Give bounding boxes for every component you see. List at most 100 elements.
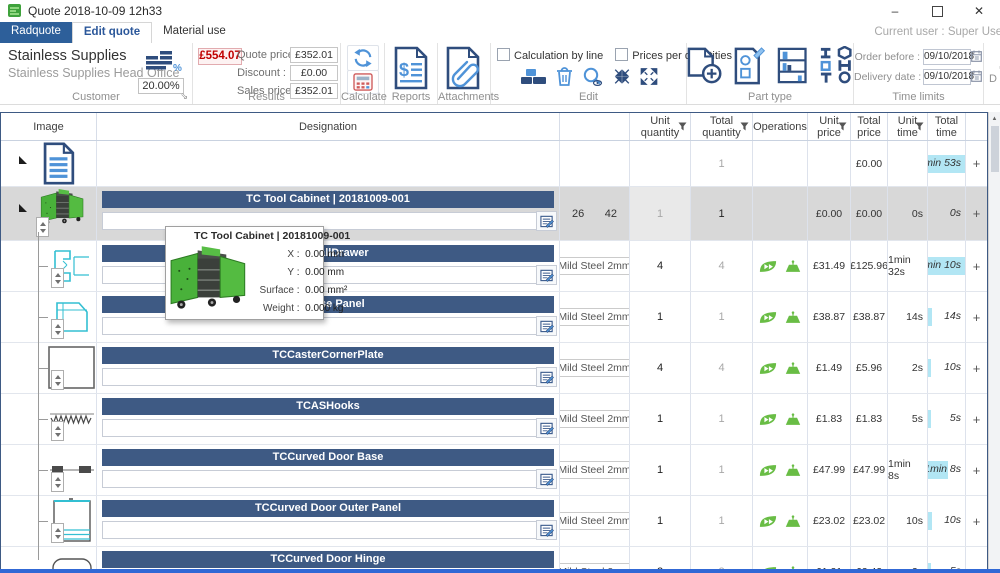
calendar-icon[interactable] [971, 50, 982, 62]
material-badge[interactable]: Mild Steel 2mm [560, 461, 630, 479]
filter-icon[interactable] [838, 122, 847, 131]
add-row-button[interactable]: + [966, 394, 987, 444]
unit-quantity-cell[interactable]: 4 [630, 241, 691, 291]
part-name-banner[interactable]: TCCasterCornerPlate [102, 347, 554, 364]
attachments-icon[interactable] [446, 46, 482, 90]
part-name-banner[interactable]: TCCurved Door Outer Panel [102, 500, 554, 517]
cutting-operation-icon[interactable] [759, 464, 777, 477]
discount-input[interactable]: £0.00 [290, 65, 338, 81]
material-badge[interactable]: Mild Steel 2mm [560, 308, 630, 326]
edit-designation-button[interactable] [536, 265, 557, 285]
tree-expand-marker[interactable] [19, 156, 27, 164]
delivery-date-input[interactable]: 09/10/2018 [923, 69, 971, 85]
part-row[interactable]: TCBase Panel Mild Steel 2mm 1 1 [1, 292, 987, 343]
edit-part-icon[interactable] [734, 46, 766, 86]
add-row-button[interactable]: + [966, 343, 987, 393]
cutting-operation-icon[interactable] [759, 260, 777, 273]
col-header-unit-quantity[interactable]: Unit quantity [630, 113, 691, 140]
edit-designation-button[interactable] [536, 367, 557, 387]
edit-designation-button[interactable] [536, 418, 557, 438]
quote-summary-row[interactable]: 1 £0.00 5min 53s + [1, 141, 987, 187]
calc-by-line-checkbox[interactable]: Calculation by line [497, 46, 603, 64]
part-row[interactable]: TCCurved Door Outer Panel Mild Steel 2mm… [1, 496, 987, 547]
folding-operation-icon[interactable] [784, 311, 802, 324]
edit-designation-button[interactable] [536, 469, 557, 489]
col-header-total-price[interactable]: Total price [851, 113, 888, 140]
quantity-stepper[interactable] [51, 268, 64, 288]
folding-operation-icon[interactable] [784, 260, 802, 273]
assembly-row[interactable]: TC Tool Cabinet | 20181009-001 26 42 1 1… [1, 187, 987, 241]
scroll-up-button[interactable]: ▲ [989, 112, 1000, 125]
col-header-designation[interactable]: Designation [97, 113, 560, 140]
add-row-button[interactable]: + [966, 445, 987, 495]
edit-designation-button[interactable] [536, 316, 557, 336]
col-header-unit-time[interactable]: Unit time [888, 113, 928, 140]
col-header-operations[interactable]: Operations [753, 113, 808, 140]
designation-input[interactable] [102, 419, 539, 437]
part-row[interactable]: TCSmallDrawer Mild Steel 2mm 4 4 [1, 241, 987, 292]
folding-operation-icon[interactable] [784, 413, 802, 426]
unit-quantity-cell[interactable]: 1 [630, 445, 691, 495]
filter-icon[interactable] [678, 122, 687, 131]
unit-quantity-cell[interactable]: 1 [630, 292, 691, 342]
hardware-parts-icon[interactable] [819, 46, 853, 84]
folding-operation-icon[interactable] [784, 515, 802, 528]
expand-all-icon[interactable] [640, 68, 658, 85]
unit-quantity-cell[interactable]: 1 [630, 187, 691, 240]
quote-price-input[interactable]: £352.01 [290, 47, 338, 63]
edit-designation-button[interactable] [536, 520, 557, 540]
cutting-operation-icon[interactable] [759, 362, 777, 375]
quantity-stepper[interactable] [51, 472, 64, 492]
quote-document-icon[interactable] [38, 142, 79, 185]
designation-input[interactable] [102, 521, 539, 539]
quantity-stepper[interactable] [51, 319, 64, 339]
cutting-operation-icon[interactable] [759, 413, 777, 426]
col-header-image[interactable]: Image [1, 113, 97, 140]
add-row-button[interactable]: + [966, 241, 987, 291]
quantity-stepper[interactable] [51, 421, 64, 441]
part-name-banner[interactable]: TCCurved Door Hinge [102, 551, 554, 568]
add-row-button[interactable]: + [966, 292, 987, 342]
cutting-operation-icon[interactable] [759, 311, 777, 324]
close-button[interactable]: ✕ [958, 0, 1000, 22]
col-header-total-time[interactable]: Total time [928, 113, 966, 140]
unit-quantity-cell[interactable]: 4 [630, 343, 691, 393]
maximize-button[interactable] [916, 0, 958, 22]
material-badge[interactable]: Mild Steel 2mm [560, 512, 630, 530]
designation-input[interactable] [102, 470, 539, 488]
reports-icon[interactable]: $ [394, 46, 428, 90]
assembly-shelf-icon[interactable] [777, 46, 807, 85]
part-row[interactable]: TCCurved Door Base Mild Steel 2mm 1 1 [1, 445, 987, 496]
folding-operation-icon[interactable] [784, 362, 802, 375]
col-header-unit-price[interactable]: Unit price [808, 113, 851, 140]
delete-trash-icon[interactable] [556, 67, 573, 86]
material-badge[interactable]: Mild Steel 2mm [560, 359, 630, 377]
unit-quantity-cell[interactable]: 1 [630, 496, 691, 546]
tree-expand-marker[interactable] [19, 204, 27, 212]
new-part-icon[interactable] [687, 46, 723, 86]
tab-radquote[interactable]: Radquote [0, 22, 72, 43]
part-row[interactable]: TCASHooks Mild Steel 2mm 1 1 [1, 394, 987, 445]
collapse-all-icon[interactable] [613, 68, 631, 85]
filter-icon[interactable] [740, 122, 749, 131]
tab-edit-quote[interactable]: Edit quote [72, 22, 152, 45]
blocks-icon[interactable] [520, 68, 547, 85]
dialog-launcher-icon[interactable]: ⇘ [180, 91, 188, 102]
add-row-button[interactable]: + [966, 141, 987, 186]
unit-quantity-cell[interactable]: 1 [630, 394, 691, 444]
designation-input[interactable] [102, 368, 539, 386]
part-name-banner[interactable]: TC Tool Cabinet | 20181009-001 [102, 191, 554, 208]
material-badge[interactable]: Mild Steel 2mm [560, 257, 630, 275]
scrollbar-thumb[interactable] [991, 126, 999, 172]
filter-icon[interactable] [915, 122, 924, 131]
part-row[interactable]: TCCasterCornerPlate Mild Steel 2mm 4 4 [1, 343, 987, 394]
folding-operation-icon[interactable] [784, 464, 802, 477]
add-row-button[interactable]: + [966, 496, 987, 546]
quantity-stepper[interactable] [51, 370, 64, 390]
minimize-button[interactable]: – [874, 0, 916, 22]
search-preview-icon[interactable] [582, 67, 604, 86]
part-name-banner[interactable]: TCCurved Door Base [102, 449, 554, 466]
add-row-button[interactable]: + [966, 187, 987, 240]
part-name-banner[interactable]: TCASHooks [102, 398, 554, 415]
quantity-stepper[interactable] [51, 523, 64, 543]
